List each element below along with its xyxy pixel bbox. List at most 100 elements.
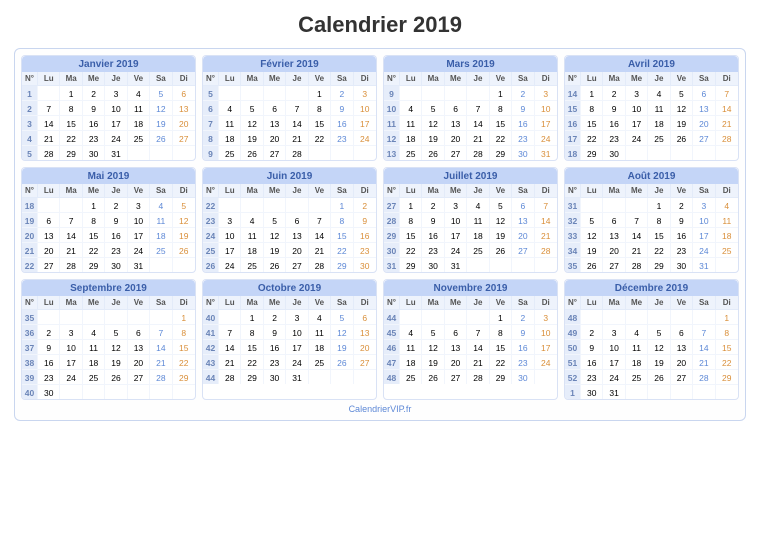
day-cell: 23	[603, 131, 625, 145]
week-number: 10	[384, 101, 400, 115]
week-number: 26	[203, 258, 219, 272]
week-number: 1	[22, 86, 38, 100]
day-cell: 14	[467, 116, 489, 130]
day-header-cell: Lu	[581, 184, 603, 197]
day-header-cell: Je	[105, 296, 127, 309]
day-header-cell: Ma	[422, 296, 444, 309]
day-cell: 21	[286, 131, 308, 145]
day-cell: 23	[581, 370, 603, 384]
day-cell: 10	[535, 325, 557, 339]
day-cell: 30	[354, 258, 376, 272]
day-cell: 2	[422, 198, 444, 212]
day-header-cell: Sa	[512, 72, 534, 85]
day-cell	[60, 385, 82, 399]
day-cell	[445, 310, 467, 324]
week-row: 421222324252627	[22, 131, 195, 146]
day-cell: 8	[400, 213, 422, 227]
day-cell: 16	[105, 228, 127, 242]
day-cell: 31	[445, 258, 467, 272]
day-cell: 13	[286, 228, 308, 242]
week-number: 47	[384, 355, 400, 369]
day-cell: 18	[219, 131, 241, 145]
day-header-cell: Lu	[400, 296, 422, 309]
day-cell: 19	[173, 228, 195, 242]
day-cell: 3	[219, 213, 241, 227]
day-cell: 23	[512, 355, 534, 369]
day-header-cell: N°	[203, 296, 219, 309]
day-header-row: N°LuMaMeJeVeSaDi	[22, 296, 195, 310]
day-cell: 14	[38, 116, 60, 130]
day-cell: 24	[219, 258, 241, 272]
day-header-row: N°LuMaMeJeVeSaDi	[565, 72, 738, 86]
day-header-row: N°LuMaMeJeVeSaDi	[384, 72, 557, 86]
day-header-cell: Lu	[219, 184, 241, 197]
month-block: Août 2019N°LuMaMeJeVeSaDi311234325678910…	[564, 167, 739, 273]
day-cell: 2	[331, 86, 353, 100]
day-cell: 9	[331, 101, 353, 115]
day-cell: 7	[309, 213, 331, 227]
week-row: 222728293031	[22, 258, 195, 272]
week-number: 29	[384, 228, 400, 242]
week-number: 45	[384, 325, 400, 339]
day-cell	[626, 198, 648, 212]
day-cell: 15	[400, 228, 422, 242]
day-cell: 14	[716, 101, 738, 115]
day-cell	[219, 86, 241, 100]
day-cell: 8	[331, 213, 353, 227]
month-block: Février 2019N°LuMaMeJeVeSaDi512364567891…	[202, 55, 377, 161]
day-cell: 5	[150, 86, 172, 100]
day-header-row: N°LuMaMeJeVeSaDi	[22, 184, 195, 198]
day-cell: 4	[241, 213, 263, 227]
day-cell	[626, 310, 648, 324]
day-cell: 30	[83, 146, 105, 160]
day-cell: 8	[490, 325, 512, 339]
month-block: Décembre 2019N°LuMaMeJeVeSaDi48149234567…	[564, 279, 739, 400]
day-cell: 17	[60, 355, 82, 369]
week-number: 40	[203, 310, 219, 324]
day-header-cell: Me	[264, 296, 286, 309]
week-number: 18	[22, 198, 38, 212]
day-cell: 30	[512, 146, 534, 160]
month-block: Octobre 2019N°LuMaMeJeVeSaDi401234564178…	[202, 279, 377, 400]
day-cell: 1	[648, 198, 670, 212]
day-cell: 31	[603, 385, 625, 399]
day-header-cell: N°	[384, 296, 400, 309]
day-cell: 18	[648, 116, 670, 130]
day-cell	[581, 198, 603, 212]
day-cell: 4	[219, 101, 241, 115]
day-cell: 29	[400, 258, 422, 272]
day-cell: 22	[173, 355, 195, 369]
day-cell: 20	[128, 355, 150, 369]
day-cell: 24	[60, 370, 82, 384]
day-cell: 16	[264, 340, 286, 354]
day-cell	[671, 310, 693, 324]
day-header-cell: Ma	[603, 296, 625, 309]
week-number: 8	[203, 131, 219, 145]
day-cell: 24	[535, 355, 557, 369]
day-cell: 21	[38, 131, 60, 145]
day-header-cell: Je	[105, 72, 127, 85]
day-cell: 29	[716, 370, 738, 384]
week-number: 36	[22, 325, 38, 339]
day-cell: 22	[490, 131, 512, 145]
day-header-cell: Lu	[38, 296, 60, 309]
week-number: 20	[22, 228, 38, 242]
week-number: 51	[565, 355, 581, 369]
day-cell: 31	[286, 370, 308, 384]
day-cell: 30	[105, 258, 127, 272]
day-cell: 5	[173, 198, 195, 212]
day-cell: 16	[422, 228, 444, 242]
day-cell: 5	[331, 310, 353, 324]
day-cell: 10	[445, 213, 467, 227]
day-header-cell: Je	[105, 184, 127, 197]
day-cell	[309, 146, 331, 160]
day-header-row: N°LuMaMeJeVeSaDi	[22, 72, 195, 86]
day-header-cell: Di	[173, 296, 195, 309]
day-cell: 30	[671, 258, 693, 272]
day-header-row: N°LuMaMeJeVeSaDi	[384, 184, 557, 198]
day-cell: 11	[150, 213, 172, 227]
day-cell: 12	[173, 213, 195, 227]
day-header-cell: Me	[83, 72, 105, 85]
day-header-cell: Di	[716, 72, 738, 85]
day-header-cell: Sa	[512, 184, 534, 197]
